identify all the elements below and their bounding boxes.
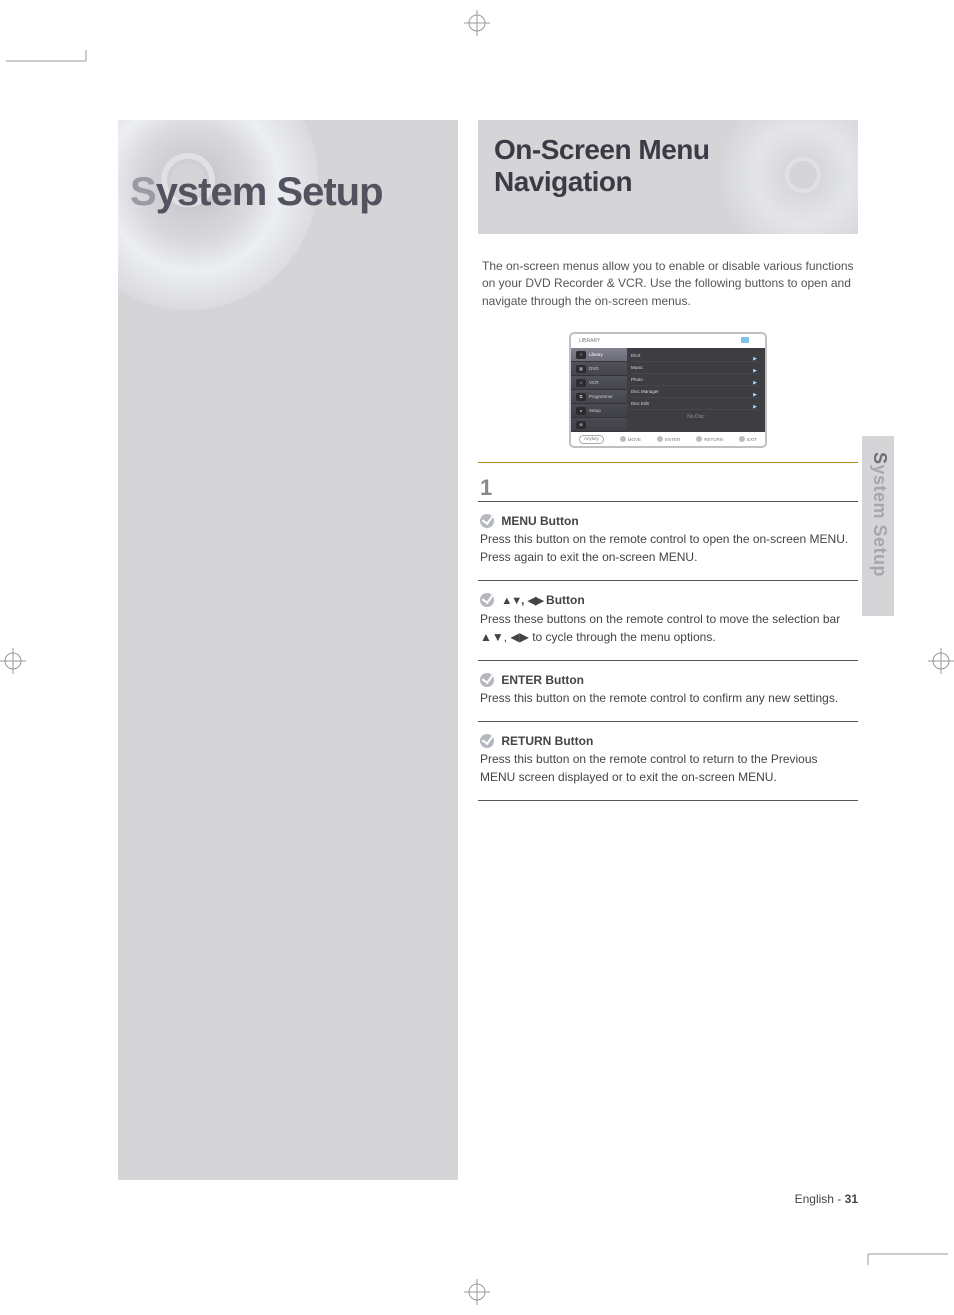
chevron-right-icon: ▶ xyxy=(753,401,757,413)
page-body: System Setup On-Screen Menu Navigation T… xyxy=(118,120,858,1180)
menu-titlebar-label: LIBRARY xyxy=(579,338,600,344)
anykey-pill: Anykey xyxy=(579,435,604,444)
instruction-body: Press these buttons on the remote contro… xyxy=(480,612,840,644)
section-tab-first-letter: S xyxy=(870,452,890,465)
menu-title-accent-icon xyxy=(741,337,749,343)
registration-mark-left-icon xyxy=(0,648,26,674)
right-column: On-Screen Menu Navigation The on-screen … xyxy=(478,120,858,801)
page-language: English xyxy=(795,1192,834,1206)
registration-mark-top-icon xyxy=(464,10,490,36)
menu-sidebar-item: ≡Library xyxy=(571,348,627,362)
menu-body: ≡Library ▦DVD ♫VCR ⧉Programme ●Setup ✿ D… xyxy=(571,348,765,432)
instruction-title: RETURN Button xyxy=(501,734,593,748)
extra-icon: ✿ xyxy=(576,421,586,429)
crop-mark-top-left-icon xyxy=(6,50,96,72)
nav-step-number: 1 xyxy=(480,475,858,501)
registration-mark-bottom-icon xyxy=(464,1279,490,1305)
menu-footer: Anykey MOVE ENTER RETURN EXIT xyxy=(571,432,765,446)
left-column: System Setup xyxy=(118,120,458,1180)
page-number: 31 xyxy=(845,1192,858,1206)
menu-sidebar-item: ♫VCR xyxy=(571,376,627,390)
checkmark-icon xyxy=(480,673,494,687)
crop-mark-bottom-right-icon xyxy=(858,1243,948,1265)
chapter-title: System Setup xyxy=(130,170,383,215)
menu-sidebar: ≡Library ▦DVD ♫VCR ⧉Programme ●Setup ✿ xyxy=(571,348,627,432)
menu-main: DivX▶ Music▶ Photo▶ Disc Manager▶ Disc E… xyxy=(627,348,765,432)
dot-icon xyxy=(739,436,745,442)
menu-main-item: Disc Manager▶ xyxy=(631,386,761,398)
accent-divider xyxy=(478,462,858,463)
instruction-body: Press this button on the remote control … xyxy=(480,532,848,564)
menu-main-item: Disc Edit▶ xyxy=(631,398,761,410)
menu-sidebar-item: ●Setup xyxy=(571,404,627,418)
menu-main-item: Music▶ xyxy=(631,362,761,374)
section-tab-rest: ystem Setup xyxy=(870,465,890,578)
instruction-block: RETURN Button Press this button on the r… xyxy=(478,721,858,801)
instruction-title: MENU Button xyxy=(501,514,578,528)
checkmark-icon xyxy=(480,734,494,748)
section-heading-box: On-Screen Menu Navigation xyxy=(478,120,858,234)
programme-icon: ⧉ xyxy=(576,393,586,401)
checkmark-icon xyxy=(480,593,494,607)
disc-art-icon xyxy=(118,120,318,310)
instruction-title: ENTER Button xyxy=(501,673,584,687)
instruction-body: Press this button on the remote control … xyxy=(480,691,838,705)
section-heading: On-Screen Menu Navigation xyxy=(494,134,842,198)
dot-icon xyxy=(696,436,702,442)
dot-icon xyxy=(620,436,626,442)
menu-sidebar-item: ▦DVD xyxy=(571,362,627,376)
onscreen-menu-illustration: LIBRARY ≡Library ▦DVD ♫VCR ⧉Programme ●S… xyxy=(569,332,767,448)
instruction-body: Press this button on the remote control … xyxy=(480,752,818,784)
menu-main-item: Photo▶ xyxy=(631,374,761,386)
menu-nodisc-label: No Disc xyxy=(631,410,761,420)
menu-sidebar-item: ⧉Programme xyxy=(571,390,627,404)
library-icon: ≡ xyxy=(576,351,586,359)
music-icon: ♫ xyxy=(576,379,586,387)
dvd-icon: ▦ xyxy=(576,365,586,373)
menu-main-item: DivX▶ xyxy=(631,350,761,362)
section-tab-label: System Setup xyxy=(869,452,890,577)
chapter-title-first-letter: S xyxy=(130,170,156,214)
setup-icon: ● xyxy=(576,407,586,415)
instruction-block: ▲▼, ◀▶ Button Press these buttons on the… xyxy=(478,580,858,660)
dot-icon xyxy=(657,436,663,442)
page-footer: English - 31 xyxy=(795,1192,858,1206)
section-intro-text: The on-screen menus allow you to enable … xyxy=(478,258,858,310)
instruction-block: ENTER Button Press this button on the re… xyxy=(478,660,858,721)
instruction-block: MENU Button Press this button on the rem… xyxy=(478,501,858,580)
menu-titlebar: LIBRARY xyxy=(571,334,765,348)
chapter-title-rest: ystem Setup xyxy=(156,170,383,214)
menu-sidebar-item: ✿ xyxy=(571,418,627,432)
checkmark-icon xyxy=(480,514,494,528)
arrow-leftright-icon: ◀▶ xyxy=(528,595,543,607)
arrow-updown-icon: ▲▼ xyxy=(501,595,521,607)
registration-mark-right-icon xyxy=(928,648,954,674)
instruction-title: ▲▼, ◀▶ Button xyxy=(501,593,584,607)
